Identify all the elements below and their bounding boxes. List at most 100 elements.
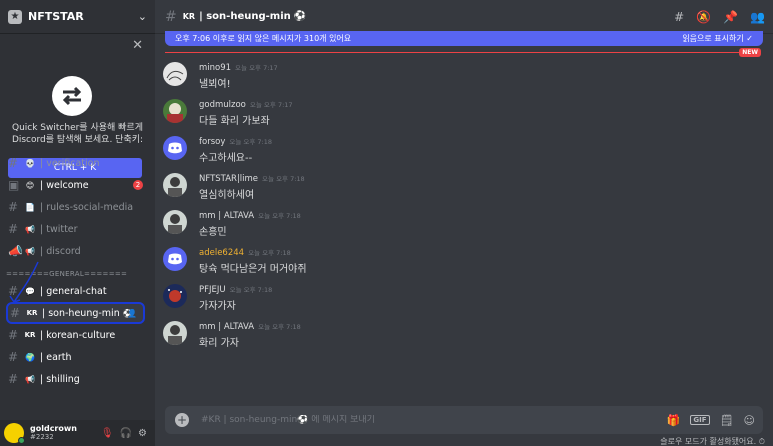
kr-flag-label: KR: [24, 331, 36, 339]
mark-as-read-label: 읽음으로 표시하기: [682, 34, 744, 43]
message-timestamp: 오늘 오후 7:18: [258, 323, 301, 331]
channel-label: | rules-social-media: [40, 201, 134, 213]
channel-son-heung-min[interactable]: # KR | son-heung-min ⚽ 👤: [6, 302, 145, 324]
message-list: mino91 오늘 오후 7:17 낼뵈여! godmulzoo 오늘 오후 7:1…: [163, 60, 763, 356]
message-content: 가자가자: [199, 301, 236, 312]
channel-earth[interactable]: # 🌍 | earth: [0, 346, 155, 368]
message: mm | ALTAVA 오늘 오후 7:18 손흥민: [163, 208, 763, 245]
user-avatar[interactable]: [163, 321, 187, 345]
user-avatar[interactable]: [163, 284, 187, 308]
chevron-down-icon[interactable]: ⌄: [138, 10, 147, 23]
message-author[interactable]: NFTSTAR|lime: [199, 174, 258, 184]
timer-icon: ⏱: [758, 437, 765, 446]
hash-icon: #: [8, 200, 19, 214]
channel-discord[interactable]: 📣 📢 | discord: [0, 240, 155, 262]
discord-app: ★ NFTSTAR ⌄ ✕ Quick Switcher를 사용해 빠르게 Di…: [0, 0, 773, 446]
add-attachment-icon[interactable]: +: [175, 413, 189, 427]
pin-icon[interactable]: 📌: [723, 10, 738, 24]
kr-flag-label: KR: [26, 309, 38, 317]
channel-welcome[interactable]: ▣ 😊 | welcome 2: [0, 174, 155, 196]
megaphone-icon: 📢: [25, 374, 35, 384]
discord-default-avatar-icon[interactable]: [163, 136, 187, 160]
message-timestamp: 오늘 오후 7:17: [235, 64, 278, 72]
server-name: NFTSTAR: [28, 10, 84, 23]
hash-icon: #: [10, 306, 21, 320]
message-timestamp: 오늘 오후 7:18: [229, 138, 273, 146]
emoji-icon[interactable]: ☺: [744, 414, 755, 427]
kr-flag-label: KR: [182, 12, 196, 21]
message-author[interactable]: mm | ALTAVA: [199, 211, 254, 221]
username: goldcrown: [30, 424, 77, 433]
channel-general-chat[interactable]: # 💬 | general-chat: [0, 280, 155, 302]
server-header[interactable]: ★ NFTSTAR ⌄: [0, 0, 155, 34]
channel-verification[interactable]: # 💀 | verification: [0, 152, 155, 174]
user-avatar[interactable]: [163, 99, 187, 123]
mute-microphone-icon[interactable]: 🎙: [101, 428, 114, 439]
channel-label: | korean-culture: [40, 329, 116, 341]
headphones-icon[interactable]: 🎧: [120, 428, 132, 439]
threads-icon[interactable]: #: [674, 10, 684, 24]
speech-bubble-icon: 💬: [25, 286, 35, 296]
soccer-ball-icon: ⚽: [293, 11, 307, 22]
message: mm | ALTAVA 오늘 오후 7:18 화리 가자: [163, 319, 763, 356]
close-icon[interactable]: ✕: [132, 38, 143, 53]
channel-rules-social-media[interactable]: # 📄 | rules-social-media: [0, 196, 155, 218]
message-author[interactable]: forsoy: [199, 137, 225, 147]
discord-default-avatar-icon[interactable]: [163, 247, 187, 271]
channel-header: # KR | son-heung-min ⚽ # 🔕 📌 👥: [155, 0, 773, 34]
message: adele6244 오늘 오후 7:18 탕슉 먹다남은거 머거야쥐: [163, 245, 763, 282]
message-author[interactable]: adele6244: [199, 248, 244, 258]
message: godmulzoo 오늘 오후 7:17 다들 화리 가보좌: [163, 97, 763, 134]
message-timestamp: 오늘 오후 7:18: [262, 175, 305, 183]
slowmode-text: 슬로우 모드가 활성화됐어요.: [660, 437, 757, 446]
sticker-icon[interactable]: 🗒: [720, 414, 734, 427]
channel-sidebar: ★ NFTSTAR ⌄ ✕ Quick Switcher를 사용해 빠르게 Di…: [0, 0, 155, 446]
announcement-icon: 📣: [8, 244, 23, 258]
channel-label: | general-chat: [40, 285, 107, 297]
quick-switcher-illustration: [40, 74, 92, 120]
user-avatar[interactable]: [163, 210, 187, 234]
new-badge: NEW: [739, 48, 761, 57]
message-content: 열심히하세여: [199, 190, 255, 201]
hash-icon: #: [8, 372, 19, 386]
document-icon: 📄: [25, 202, 35, 212]
online-status-icon: [18, 437, 25, 444]
avatar[interactable]: [4, 423, 25, 444]
channel-label: | twitter: [40, 223, 78, 235]
message-author[interactable]: godmulzoo: [199, 100, 246, 110]
channel-shilling[interactable]: # 📢 | shilling: [0, 368, 155, 390]
skull-icon: 💀: [25, 158, 35, 168]
gear-icon[interactable]: ⚙: [138, 428, 147, 439]
user-panel: goldcrown #2232 🎙 🎧 ⚙: [0, 420, 155, 446]
add-member-icon[interactable]: 👤: [127, 309, 137, 318]
mark-as-read-button[interactable]: 읽음으로 표시하기 ✓: [682, 33, 753, 44]
channel-twitter[interactable]: # 📢 | twitter: [0, 218, 155, 240]
message-author[interactable]: PFJEJU: [199, 285, 226, 295]
channel-korean-culture[interactable]: # KR | korean-culture: [0, 324, 155, 346]
gift-icon[interactable]: 🎁: [667, 414, 681, 427]
new-messages-divider: [165, 52, 757, 53]
message-timestamp: 오늘 오후 7:17: [249, 101, 293, 109]
message: forsoy 오늘 오후 7:18 수고하세요--: [163, 134, 763, 171]
message-input[interactable]: [201, 415, 667, 425]
hash-icon: #: [8, 222, 19, 236]
gif-icon[interactable]: GIF: [690, 415, 710, 425]
message-content: 수고하세요--: [199, 153, 253, 164]
channel-list: # 💀 | verification ▣ 😊 | welcome 2 # 📄 |…: [0, 152, 155, 390]
notification-bell-muted-icon[interactable]: 🔕: [696, 10, 711, 24]
message-content: 탕슉 먹다남은거 머거야쥐: [199, 264, 307, 275]
rules-icon: ▣: [8, 178, 20, 192]
message-author[interactable]: mino91: [199, 63, 231, 73]
message-author[interactable]: mm | ALTAVA: [199, 322, 254, 332]
megaphone-icon: 📢: [25, 224, 35, 234]
channel-label: | welcome: [40, 179, 89, 191]
slowmode-notice: 슬로우 모드가 활성화됐어요. ⏱: [660, 436, 765, 446]
new-messages-bar[interactable]: 오후 7:06 이후로 읽지 않은 메시지가 310개 있어요 읽음으로 표시하…: [165, 31, 763, 46]
channel-label: | discord: [40, 245, 81, 257]
message-timestamp: 오늘 오후 7:18: [248, 249, 291, 257]
user-avatar[interactable]: [163, 173, 187, 197]
category-general[interactable]: =======GENERAL=======: [0, 262, 155, 280]
quick-switcher-card: ✕ Quick Switcher를 사용해 빠르게 Discord를 탐색해 보…: [0, 34, 155, 178]
user-avatar[interactable]: [163, 62, 187, 86]
member-list-icon[interactable]: 👥: [750, 10, 765, 24]
